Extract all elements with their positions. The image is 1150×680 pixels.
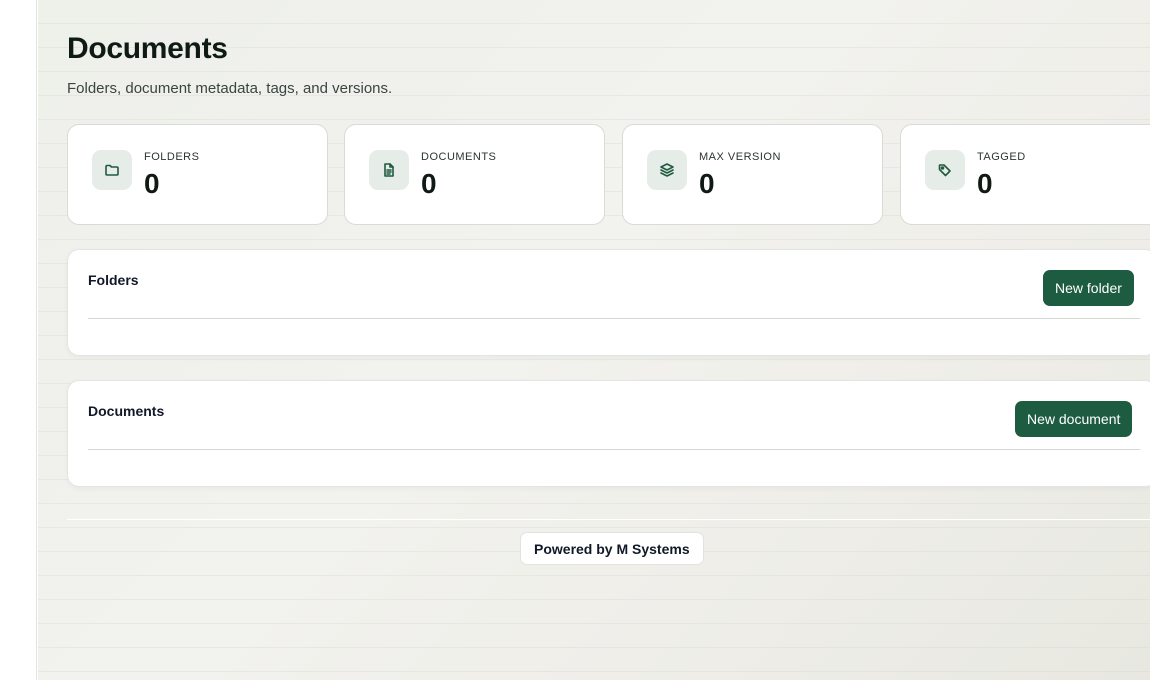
divider	[88, 449, 1140, 450]
folder-icon	[92, 150, 132, 190]
left-sidebar	[0, 0, 37, 680]
folders-panel: Folders New folder	[67, 249, 1150, 356]
stat-card-tagged: TAGGED 0	[900, 124, 1150, 225]
new-document-button[interactable]: New document	[1015, 401, 1133, 437]
main-content: Documents Folders, document metadata, ta…	[38, 0, 1150, 680]
stat-value: 0	[421, 168, 437, 199]
stat-label: TAGGED	[977, 151, 1026, 163]
stat-label: DOCUMENTS	[421, 151, 497, 163]
page-title: Documents	[67, 32, 228, 65]
folders-panel-title: Folders	[88, 272, 139, 288]
documents-panel-title: Documents	[88, 403, 165, 419]
stat-value: 0	[144, 168, 160, 199]
tag-icon	[925, 150, 965, 190]
footer-divider	[67, 519, 1150, 520]
stat-card-max-version: MAX VERSION 0	[622, 124, 883, 225]
stat-value: 0	[699, 168, 715, 199]
stat-card-folders: FOLDERS 0	[67, 124, 328, 225]
document-icon	[369, 150, 409, 190]
powered-by-badge[interactable]: Powered by M Systems	[520, 532, 704, 565]
stat-card-documents: DOCUMENTS 0	[344, 124, 605, 225]
documents-panel: Documents New document	[67, 380, 1150, 487]
stat-value: 0	[977, 168, 993, 199]
stat-label: MAX VERSION	[699, 151, 781, 163]
layers-icon	[647, 150, 687, 190]
page-subtitle: Folders, document metadata, tags, and ve…	[67, 80, 393, 97]
new-folder-button[interactable]: New folder	[1043, 270, 1134, 306]
divider	[88, 318, 1140, 319]
stat-label: FOLDERS	[144, 151, 200, 163]
